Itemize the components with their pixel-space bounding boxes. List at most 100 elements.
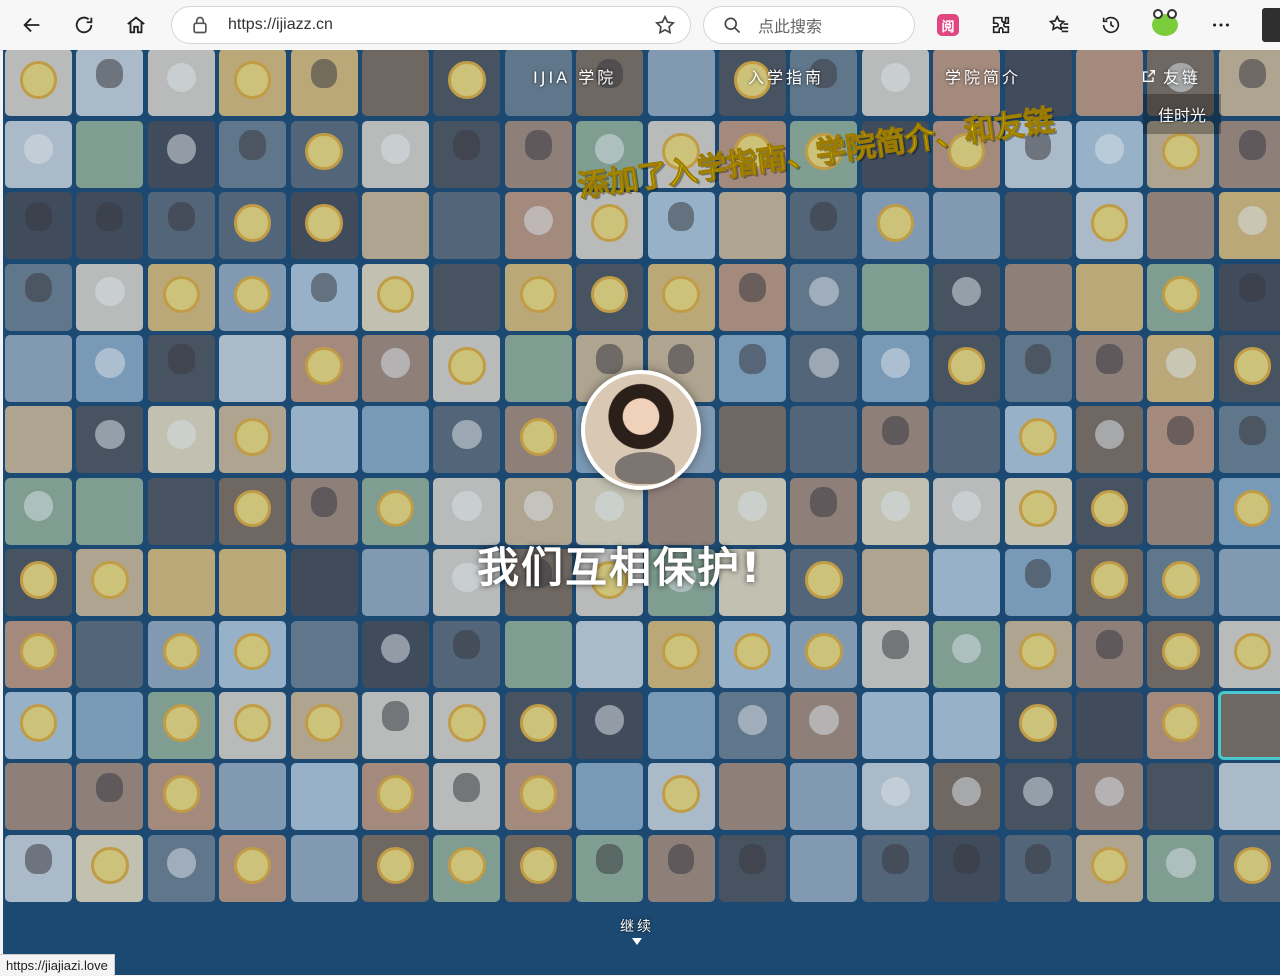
- avatar-tile[interactable]: [576, 763, 644, 831]
- favorite-star-icon[interactable]: [654, 14, 676, 36]
- avatar-tile[interactable]: [719, 692, 786, 759]
- avatar-tile[interactable]: [147, 620, 215, 688]
- avatar-tile[interactable]: [1218, 549, 1280, 617]
- avatar-tile[interactable]: [147, 120, 215, 188]
- avatar-tile[interactable]: [1147, 549, 1215, 617]
- avatar-tile[interactable]: [76, 192, 144, 260]
- avatar-tile[interactable]: [1147, 335, 1215, 402]
- avatar-tile[interactable]: [219, 763, 287, 831]
- avatar-tile[interactable]: [5, 620, 72, 688]
- avatar-tile[interactable]: [1147, 263, 1215, 331]
- avatar-tile[interactable]: [647, 620, 715, 688]
- search-bar[interactable]: [703, 6, 915, 44]
- avatar-tile[interactable]: [861, 692, 929, 759]
- avatar-tile[interactable]: [861, 50, 929, 117]
- avatar-tile[interactable]: [1004, 620, 1072, 688]
- avatar-tile[interactable]: [1147, 620, 1215, 688]
- avatar-tile[interactable]: [290, 692, 358, 759]
- avatar-tile[interactable]: [362, 620, 429, 688]
- avatar-tile[interactable]: [362, 549, 429, 617]
- avatar-tile[interactable]: [1218, 335, 1280, 402]
- avatar-tile[interactable]: [147, 834, 215, 902]
- avatar-tile[interactable]: [576, 834, 644, 902]
- avatar-tile[interactable]: [576, 692, 644, 759]
- back-button[interactable]: [16, 9, 48, 41]
- avatar-tile[interactable]: [290, 335, 358, 402]
- avatar-tile[interactable]: [1218, 120, 1280, 188]
- avatar-tile[interactable]: [861, 192, 929, 260]
- avatar-tile[interactable]: [362, 335, 429, 402]
- nav-college-intro[interactable]: 学院简介: [945, 64, 1021, 88]
- avatar-tile[interactable]: [147, 549, 215, 617]
- avatar-tile[interactable]: [719, 335, 786, 402]
- avatar-tile[interactable]: [647, 692, 715, 759]
- nav-logo[interactable]: IJIA 学院: [533, 64, 616, 88]
- avatar-tile[interactable]: [790, 620, 858, 688]
- nav-friend-links[interactable]: 友链: [1141, 64, 1201, 88]
- avatar-tile[interactable]: [1076, 120, 1143, 188]
- avatar-tile[interactable]: [433, 620, 501, 688]
- avatar-tile[interactable]: [1147, 763, 1215, 831]
- avatar-tile[interactable]: [219, 192, 287, 260]
- avatar-tile[interactable]: [290, 549, 358, 617]
- avatar-tile[interactable]: [362, 477, 429, 545]
- avatar-tile[interactable]: [5, 50, 72, 117]
- avatar-tile[interactable]: [1004, 834, 1072, 902]
- avatar-tile[interactable]: [861, 263, 929, 331]
- extensions-button[interactable]: [985, 9, 1017, 41]
- avatar-tile[interactable]: [647, 192, 715, 260]
- avatar-tile[interactable]: [504, 335, 572, 402]
- avatar-tile[interactable]: [433, 335, 501, 402]
- avatar-tile[interactable]: [362, 192, 429, 260]
- avatar-tile[interactable]: [1004, 763, 1072, 831]
- avatar-tile[interactable]: [504, 620, 572, 688]
- avatar-tile[interactable]: [5, 549, 72, 617]
- avatar-tile[interactable]: [433, 192, 501, 260]
- avatar-tile[interactable]: [790, 192, 858, 260]
- avatar-tile[interactable]: [76, 692, 144, 759]
- avatar-tile[interactable]: [219, 335, 287, 402]
- avatar-tile[interactable]: [1147, 477, 1215, 545]
- history-button[interactable]: [1095, 9, 1127, 41]
- avatar-tile[interactable]: [290, 477, 358, 545]
- avatar-tile[interactable]: [504, 120, 572, 188]
- avatar-tile[interactable]: [719, 406, 786, 474]
- avatar-tile[interactable]: [362, 120, 429, 188]
- avatar-tile[interactable]: [147, 335, 215, 402]
- avatar-tile[interactable]: [290, 263, 358, 331]
- avatar-tile[interactable]: [1147, 406, 1215, 474]
- avatar-tile[interactable]: [861, 620, 929, 688]
- avatar-tile[interactable]: [647, 763, 715, 831]
- avatar-tile[interactable]: [933, 692, 1001, 759]
- avatar-tile[interactable]: [790, 549, 858, 617]
- avatar-tile[interactable]: [433, 763, 501, 831]
- avatar-tile[interactable]: [5, 834, 72, 902]
- avatar-tile[interactable]: [5, 335, 72, 402]
- avatar-tile[interactable]: [219, 406, 287, 474]
- avatar-tile[interactable]: [719, 620, 786, 688]
- avatar-tile[interactable]: [5, 263, 72, 331]
- avatar-tile[interactable]: [1076, 335, 1143, 402]
- home-button[interactable]: [120, 9, 152, 41]
- avatar-tile[interactable]: [76, 477, 144, 545]
- avatar-tile[interactable]: [1076, 477, 1143, 545]
- avatar-tile[interactable]: [719, 192, 786, 260]
- avatar-tile[interactable]: [647, 834, 715, 902]
- avatar-tile[interactable]: [933, 834, 1001, 902]
- avatar-tile[interactable]: [504, 692, 572, 759]
- avatar-tile[interactable]: [76, 50, 144, 117]
- avatar-tile[interactable]: [1004, 692, 1072, 759]
- avatar-tile[interactable]: [933, 477, 1001, 545]
- address-bar[interactable]: https://ijiazz.cn: [171, 6, 691, 44]
- avatar-tile[interactable]: [147, 192, 215, 260]
- avatar-tile[interactable]: [1004, 477, 1072, 545]
- avatar-tile[interactable]: [219, 549, 287, 617]
- avatar-tile[interactable]: [1004, 263, 1072, 331]
- friend-link-dropdown-item[interactable]: 佳时光: [1143, 94, 1221, 134]
- avatar-tile[interactable]: [76, 120, 144, 188]
- avatar-tile[interactable]: [1004, 335, 1072, 402]
- avatar-tile[interactable]: [1217, 691, 1280, 760]
- avatar-tile[interactable]: [5, 192, 72, 260]
- avatar-tile[interactable]: [5, 763, 72, 831]
- avatar-tile[interactable]: [433, 692, 501, 759]
